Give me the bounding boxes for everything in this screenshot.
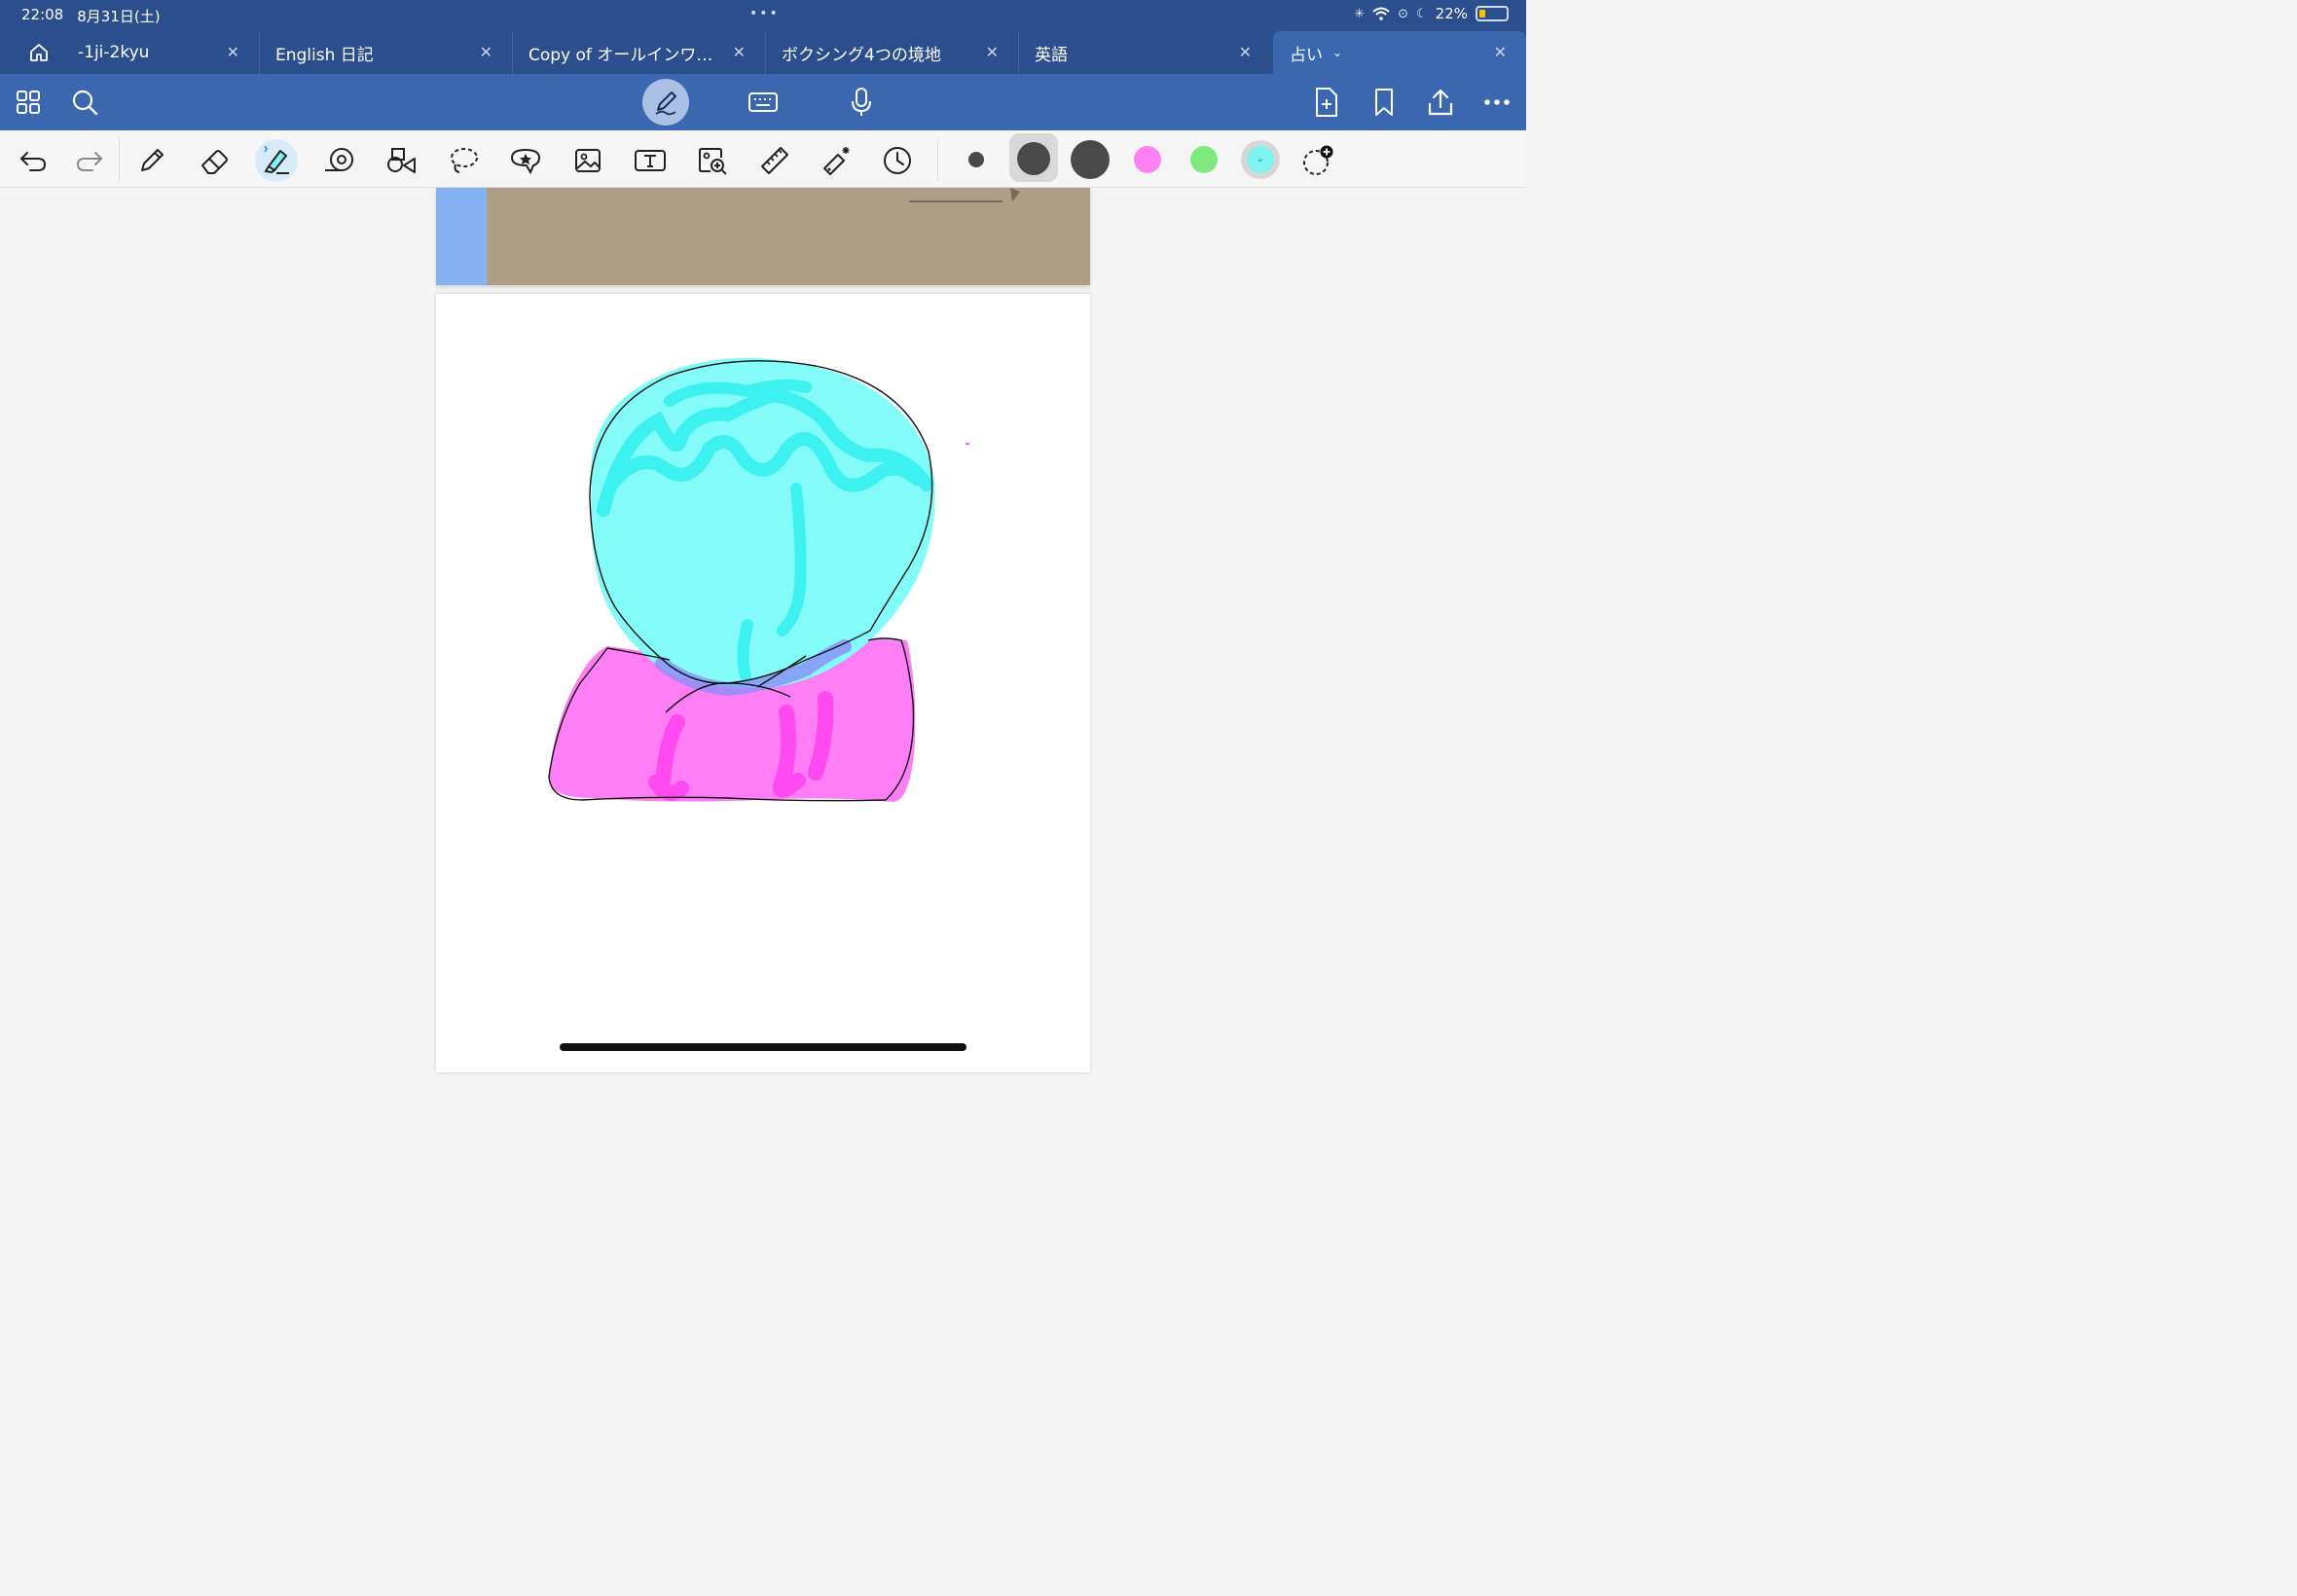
shapes-tool[interactable] [380,139,422,182]
image-search-icon [699,148,727,175]
add-color-button[interactable] [1296,139,1339,182]
add-color-icon [1303,145,1333,175]
microphone-icon [852,88,871,116]
grid-button[interactable] [12,86,45,119]
laser-pointer-icon [823,147,850,175]
home-indicator [560,1043,966,1051]
sticker-tool[interactable] [504,139,547,182]
laser-pointer-tool[interactable] [816,139,858,182]
redo-icon [76,152,102,171]
more-icon [1484,99,1510,105]
pen-mode-icon [655,91,676,116]
battery-icon [1476,6,1509,21]
close-icon[interactable]: ✕ [1239,43,1252,61]
tab-2[interactable]: English 日記 ✕ [259,31,512,74]
highlighter-icon [264,145,289,174]
crystal-ball-drawing[interactable] [436,294,1090,1072]
orientation-lock-icon: ⊙ [1398,6,1408,21]
stroke-size-small[interactable] [968,152,984,167]
redo-button[interactable] [68,139,111,182]
image-search-tool[interactable] [691,139,734,182]
color-swatch-green[interactable] [1190,146,1218,173]
keyboard-button[interactable] [746,86,781,119]
search-icon [72,90,98,116]
status-bar: 22:08 8月31日(土) ••• ✳ ⊙ ☾ 22% [0,0,1526,31]
add-page-button[interactable] [1310,84,1343,121]
share-icon [1428,89,1453,116]
ruler-icon [761,147,788,174]
tool-divider [937,138,938,181]
pencil-tool[interactable] [130,139,173,182]
grid-icon [17,91,40,114]
recent-tool[interactable] [876,139,919,182]
pen-mode-button[interactable] [642,79,689,126]
previous-page-drawing [909,188,1020,202]
add-page-icon [1316,88,1337,117]
highlighter-tool[interactable] [255,139,298,182]
tape-icon [325,148,353,171]
tab-4[interactable]: ボクシング4つの境地 ✕ [765,31,1018,74]
moon-icon: ☾ [1416,6,1428,21]
color-swatch-pink[interactable] [1134,146,1161,173]
keyboard-icon [748,92,778,112]
eraser-tool[interactable] [193,139,236,182]
lasso-icon [451,148,478,173]
multitasking-dots[interactable]: ••• [749,6,780,21]
close-icon[interactable]: ✕ [1494,43,1507,61]
microphone-button[interactable] [845,84,878,121]
undo-icon [20,152,47,171]
lasso-tool[interactable] [442,139,485,182]
share-button[interactable] [1423,84,1458,121]
more-button[interactable] [1479,86,1514,119]
wifi-icon [1372,7,1390,20]
tab-label: -1ji-2kyu [78,43,150,62]
battery-percent: 22% [1435,5,1468,22]
text-tool[interactable] [629,139,672,182]
text-box-icon [635,150,666,171]
close-icon[interactable]: ✕ [733,43,746,61]
bookmark-button[interactable] [1368,84,1400,121]
stroke-size-large[interactable] [1071,140,1110,179]
pencil-icon [141,149,164,171]
tab-bar: -1ji-2kyu ✕ English 日記 ✕ Copy of オールインワ…… [0,31,1526,74]
tab-label: ボクシング4つの境地 [782,45,941,65]
close-icon[interactable]: ✕ [480,43,492,61]
stroke-size-medium[interactable] [1017,142,1050,175]
home-icon [30,44,48,61]
shapes-icon [387,148,416,173]
tab-6-active[interactable]: 占い ⌄ ✕ [1273,31,1526,74]
close-icon[interactable]: ✕ [986,43,999,61]
bookmark-icon [1375,89,1393,116]
tab-label: 英語 [1035,45,1068,65]
tab-3[interactable]: Copy of オールインワ… ✕ [512,31,765,74]
note-page[interactable] [436,294,1090,1072]
chevron-down-icon: ⌄ [1247,146,1274,173]
tool-bar: ⌄ [0,130,1526,188]
ruler-tool[interactable] [753,139,796,182]
tab-label: 占い [1290,45,1323,65]
close-icon[interactable]: ✕ [227,43,239,61]
image-icon [575,149,601,172]
search-button[interactable] [68,86,101,119]
previous-page[interactable] [436,188,1090,285]
sticker-icon [510,148,541,175]
clock-icon [884,147,911,174]
activity-icon: ✳ [1354,6,1366,21]
image-tool[interactable] [566,139,609,182]
eraser-icon [201,150,228,174]
tab-label: Copy of オールインワ… [529,45,713,65]
tool-divider [119,138,120,181]
status-time: 22:08 [21,6,64,23]
home-button[interactable] [0,31,78,74]
chevron-down-icon[interactable]: ⌄ [1332,46,1342,59]
tab-label: English 日記 [275,45,374,65]
tab-5[interactable]: 英語 ✕ [1018,31,1271,74]
tape-tool[interactable] [317,139,360,182]
undo-button[interactable] [12,139,55,182]
status-date: 8月31日(土) [77,8,161,25]
main-toolbar [0,74,1526,130]
tab-1[interactable]: -1ji-2kyu ✕ [78,31,259,74]
